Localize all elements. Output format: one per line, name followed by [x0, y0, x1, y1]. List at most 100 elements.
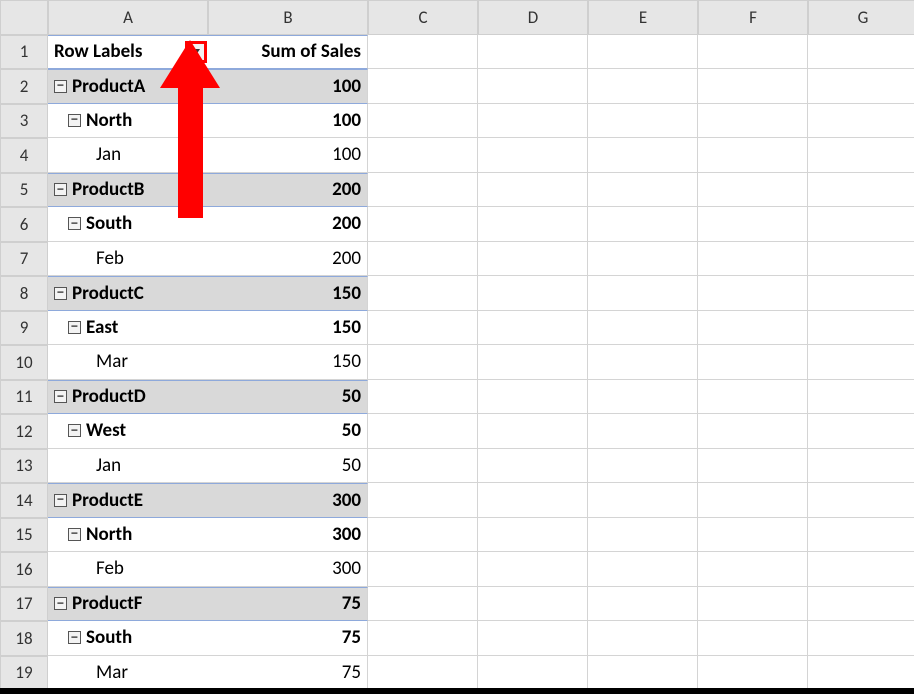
- pivot-value-cell[interactable]: 150: [208, 311, 368, 346]
- pivot-label-cell[interactable]: −ProductF: [48, 587, 208, 622]
- cell-empty[interactable]: [478, 483, 588, 518]
- cell-empty[interactable]: [478, 345, 588, 380]
- cell-empty[interactable]: [478, 207, 588, 242]
- cell-empty[interactable]: [808, 656, 914, 691]
- cell-empty[interactable]: [588, 518, 698, 553]
- cell-empty[interactable]: [698, 483, 808, 518]
- pivot-label-cell[interactable]: −ProductA: [48, 69, 208, 104]
- collapse-toggle[interactable]: −: [54, 494, 67, 507]
- cell-empty[interactable]: [808, 552, 914, 587]
- cell-empty[interactable]: [478, 276, 588, 311]
- cell-empty[interactable]: [368, 104, 478, 139]
- cell-empty[interactable]: [808, 311, 914, 346]
- pivot-row-labels-header[interactable]: Row Labels: [48, 35, 208, 70]
- cell-empty[interactable]: [698, 656, 808, 691]
- cell-empty[interactable]: [368, 449, 478, 484]
- cell-empty[interactable]: [698, 587, 808, 622]
- cell-empty[interactable]: [808, 276, 914, 311]
- col-header-C[interactable]: C: [368, 0, 478, 35]
- row-header-5[interactable]: 5: [0, 173, 48, 208]
- pivot-value-cell[interactable]: 150: [208, 276, 368, 311]
- pivot-value-cell[interactable]: 75: [208, 621, 368, 656]
- cell-empty[interactable]: [808, 483, 914, 518]
- cell-empty[interactable]: [478, 518, 588, 553]
- cell-empty[interactable]: [368, 414, 478, 449]
- cell-empty[interactable]: [808, 621, 914, 656]
- cell-empty[interactable]: [478, 414, 588, 449]
- pivot-label-cell[interactable]: −North: [48, 518, 208, 553]
- pivot-value-cell[interactable]: 300: [208, 518, 368, 553]
- pivot-value-cell[interactable]: 50: [208, 449, 368, 484]
- col-header-E[interactable]: E: [588, 0, 698, 35]
- pivot-label-cell[interactable]: Mar: [48, 656, 208, 691]
- cell-empty[interactable]: [698, 414, 808, 449]
- cell-empty[interactable]: [368, 552, 478, 587]
- pivot-label-cell[interactable]: −ProductC: [48, 276, 208, 311]
- cell-empty[interactable]: [478, 449, 588, 484]
- row-header-4[interactable]: 4: [0, 138, 48, 173]
- cell-empty[interactable]: [478, 173, 588, 208]
- cell-empty[interactable]: [808, 69, 914, 104]
- cell-empty[interactable]: [368, 380, 478, 415]
- collapse-toggle[interactable]: −: [54, 80, 67, 93]
- cell-empty[interactable]: [698, 345, 808, 380]
- cell-empty[interactable]: [478, 138, 588, 173]
- pivot-value-cell[interactable]: 75: [208, 656, 368, 691]
- row-header-11[interactable]: 11: [0, 380, 48, 415]
- cell-empty[interactable]: [478, 380, 588, 415]
- cell-empty[interactable]: [698, 311, 808, 346]
- cell-empty[interactable]: [368, 69, 478, 104]
- cell-empty[interactable]: [588, 380, 698, 415]
- cell-empty[interactable]: [368, 276, 478, 311]
- cell-empty[interactable]: [478, 35, 588, 70]
- cell-empty[interactable]: [698, 104, 808, 139]
- cell-empty[interactable]: [368, 518, 478, 553]
- col-header-D[interactable]: D: [478, 0, 588, 35]
- pivot-label-cell[interactable]: −West: [48, 414, 208, 449]
- pivot-label-cell[interactable]: −South: [48, 207, 208, 242]
- cell-empty[interactable]: [588, 276, 698, 311]
- pivot-value-cell[interactable]: 150: [208, 345, 368, 380]
- cell-empty[interactable]: [588, 138, 698, 173]
- collapse-toggle[interactable]: −: [54, 287, 67, 300]
- cell-empty[interactable]: [588, 311, 698, 346]
- row-header-3[interactable]: 3: [0, 104, 48, 139]
- pivot-label-cell[interactable]: Feb: [48, 552, 208, 587]
- cell-empty[interactable]: [588, 35, 698, 70]
- cell-empty[interactable]: [588, 587, 698, 622]
- pivot-label-cell[interactable]: Jan: [48, 449, 208, 484]
- cell-empty[interactable]: [368, 35, 478, 70]
- cell-empty[interactable]: [368, 207, 478, 242]
- cell-empty[interactable]: [698, 35, 808, 70]
- cell-empty[interactable]: [588, 345, 698, 380]
- cell-empty[interactable]: [588, 449, 698, 484]
- cell-empty[interactable]: [808, 380, 914, 415]
- cell-empty[interactable]: [368, 345, 478, 380]
- collapse-toggle[interactable]: −: [68, 321, 81, 334]
- cell-empty[interactable]: [698, 207, 808, 242]
- pivot-label-cell[interactable]: −North: [48, 104, 208, 139]
- cell-empty[interactable]: [698, 449, 808, 484]
- cell-empty[interactable]: [808, 587, 914, 622]
- col-header-G[interactable]: G: [808, 0, 914, 35]
- collapse-toggle[interactable]: −: [68, 114, 81, 127]
- pivot-label-cell[interactable]: Feb: [48, 242, 208, 277]
- cell-empty[interactable]: [698, 276, 808, 311]
- cell-empty[interactable]: [808, 518, 914, 553]
- cell-empty[interactable]: [698, 621, 808, 656]
- row-header-1[interactable]: 1: [0, 35, 48, 70]
- pivot-label-cell[interactable]: Jan: [48, 138, 208, 173]
- cell-empty[interactable]: [698, 242, 808, 277]
- collapse-toggle[interactable]: −: [68, 217, 81, 230]
- row-header-13[interactable]: 13: [0, 449, 48, 484]
- row-header-14[interactable]: 14: [0, 483, 48, 518]
- cell-empty[interactable]: [478, 311, 588, 346]
- pivot-value-cell[interactable]: 300: [208, 552, 368, 587]
- cell-empty[interactable]: [478, 104, 588, 139]
- cell-empty[interactable]: [588, 621, 698, 656]
- filter-dropdown-button[interactable]: [187, 43, 205, 61]
- pivot-value-cell[interactable]: 100: [208, 104, 368, 139]
- cell-empty[interactable]: [808, 414, 914, 449]
- collapse-toggle[interactable]: −: [68, 631, 81, 644]
- cell-empty[interactable]: [588, 104, 698, 139]
